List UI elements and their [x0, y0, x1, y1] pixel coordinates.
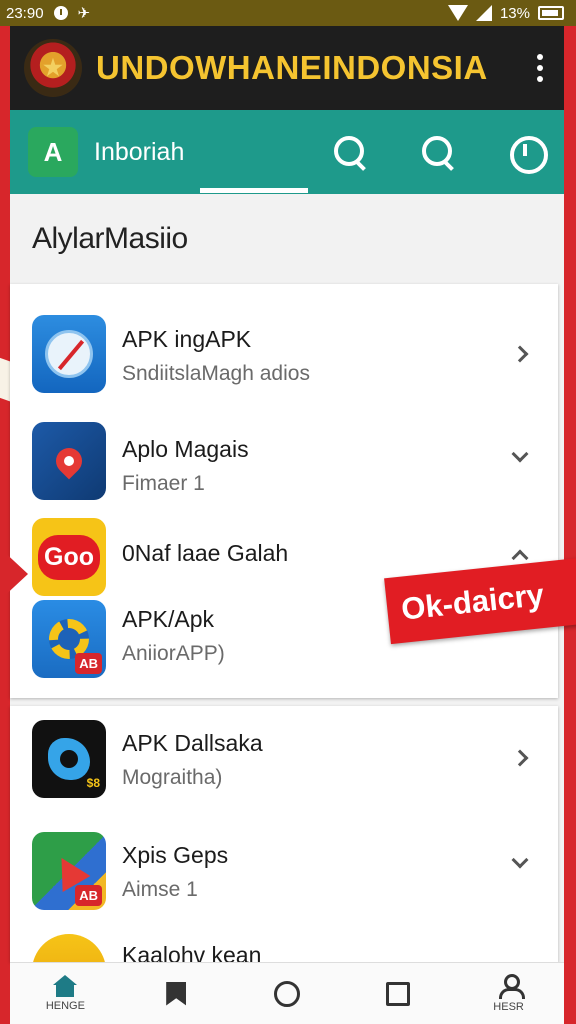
app-list-card-primary: APK ingAPK SndiitslaMagh adios Aplo Maga…: [10, 284, 558, 698]
gear-icon: AB: [32, 600, 106, 678]
app-badge: $8: [86, 776, 100, 790]
app-bar: ★ UNDOWHANEINDONSIA: [10, 26, 564, 110]
item-title: Kaalohv kean: [122, 942, 262, 962]
app-badge: AB: [75, 885, 102, 906]
maps-arrow-icon: AB: [32, 832, 106, 910]
app-title: UNDOWHANEINDONSIA: [96, 49, 488, 86]
person-icon: [497, 974, 525, 999]
chevron-right-icon[interactable]: [511, 749, 529, 767]
map-pin-icon: [50, 442, 88, 480]
item-title: APK Dallsaka: [122, 730, 263, 756]
list-item[interactable]: $8 APK Dallsaka Mograitha): [10, 718, 558, 818]
active-tab-indicator: [200, 188, 308, 193]
list-item[interactable]: Aplo Magais Fimaer 1: [10, 414, 558, 514]
compass-icon: [32, 315, 106, 393]
list-item[interactable]: APK ingAPK SndiitslaMagh adios: [10, 304, 558, 404]
circle-icon: [273, 980, 300, 1007]
overflow-menu-button[interactable]: [530, 54, 550, 82]
flower-icon: $8: [32, 720, 106, 798]
battery-icon: [538, 6, 564, 20]
flower-shape-icon: [48, 738, 90, 780]
notification-dot-icon: [53, 6, 68, 20]
info-chat-icon[interactable]: [506, 132, 548, 174]
tab-bar: A Inboriah: [10, 110, 564, 194]
nav-home[interactable]: HENGE: [25, 963, 105, 1024]
tab-inboriah[interactable]: Inboriah: [94, 138, 282, 167]
cat-notification-icon: ✈: [77, 5, 91, 22]
goo-icon: Goo: [32, 518, 106, 596]
item-subtitle: AniiorAPP): [122, 642, 225, 665]
app-badge: AB: [75, 653, 102, 674]
emblem-logo-icon: ★: [24, 39, 82, 97]
section-title: AlylarMasiio: [32, 222, 188, 255]
search-icon-secondary[interactable]: [418, 132, 458, 172]
kebab-dot-icon: [537, 54, 543, 60]
item-subtitle: Mograitha): [122, 766, 223, 789]
chevron-down-icon[interactable]: [511, 851, 529, 869]
status-bar: 23:90 ✈ 13%: [0, 0, 576, 26]
nav-bookmarks[interactable]: [136, 963, 216, 1024]
item-title: Aplo Magais: [122, 436, 249, 462]
nav-circle[interactable]: [247, 963, 327, 1024]
goo-icon-text: Goo: [38, 534, 100, 580]
signal-icon: [475, 5, 492, 21]
compass-dial-icon: [45, 330, 93, 378]
status-right-group: 13%: [447, 4, 564, 22]
nav-square[interactable]: [358, 963, 438, 1024]
item-subtitle: Aimse 1: [122, 878, 198, 901]
nav-profile[interactable]: HESR: [469, 963, 549, 1024]
bottom-navigation: HENGE HESR: [10, 962, 564, 1024]
item-subtitle: Fimaer 1: [122, 472, 205, 495]
partial-app-icon: [32, 934, 106, 962]
item-title: APK ingAPK: [122, 326, 252, 352]
background-red-chevron: [0, 548, 28, 600]
item-title: 0Naf laae Galah: [122, 540, 289, 566]
background-red-stripe-left: [0, 0, 10, 1024]
search-icon[interactable]: [330, 132, 370, 172]
nav-profile-label: HESR: [493, 1001, 524, 1013]
list-item[interactable]: AB Xpis Geps Aimse 1: [10, 830, 558, 930]
status-time: 23:90: [6, 4, 44, 22]
wifi-icon: [447, 5, 468, 21]
app-list-card-secondary: $8 APK Dallsaka Mograitha) AB Xpis Geps …: [10, 706, 558, 962]
background-red-stripe-right: [564, 0, 576, 1024]
nav-home-label: HENGE: [45, 1000, 85, 1012]
status-left-group: 23:90 ✈: [6, 4, 91, 23]
battery-percent: 13%: [499, 4, 530, 22]
tab-logo-icon: A: [28, 127, 78, 177]
list-item[interactable]: Kaalohv kean: [10, 930, 558, 962]
kebab-dot-icon: [537, 76, 543, 82]
chevron-down-icon[interactable]: [511, 445, 529, 463]
item-subtitle: SndiitslaMagh adios: [122, 362, 310, 385]
bookmark-icon: [166, 981, 187, 1006]
maps-icon: [32, 422, 106, 500]
item-title: Xpis Geps: [122, 842, 229, 868]
square-icon: [385, 981, 410, 1006]
item-title: APK/Apk: [122, 606, 215, 632]
home-icon: [53, 975, 78, 997]
chevron-right-icon[interactable]: [511, 345, 529, 363]
kebab-dot-icon: [537, 65, 543, 71]
